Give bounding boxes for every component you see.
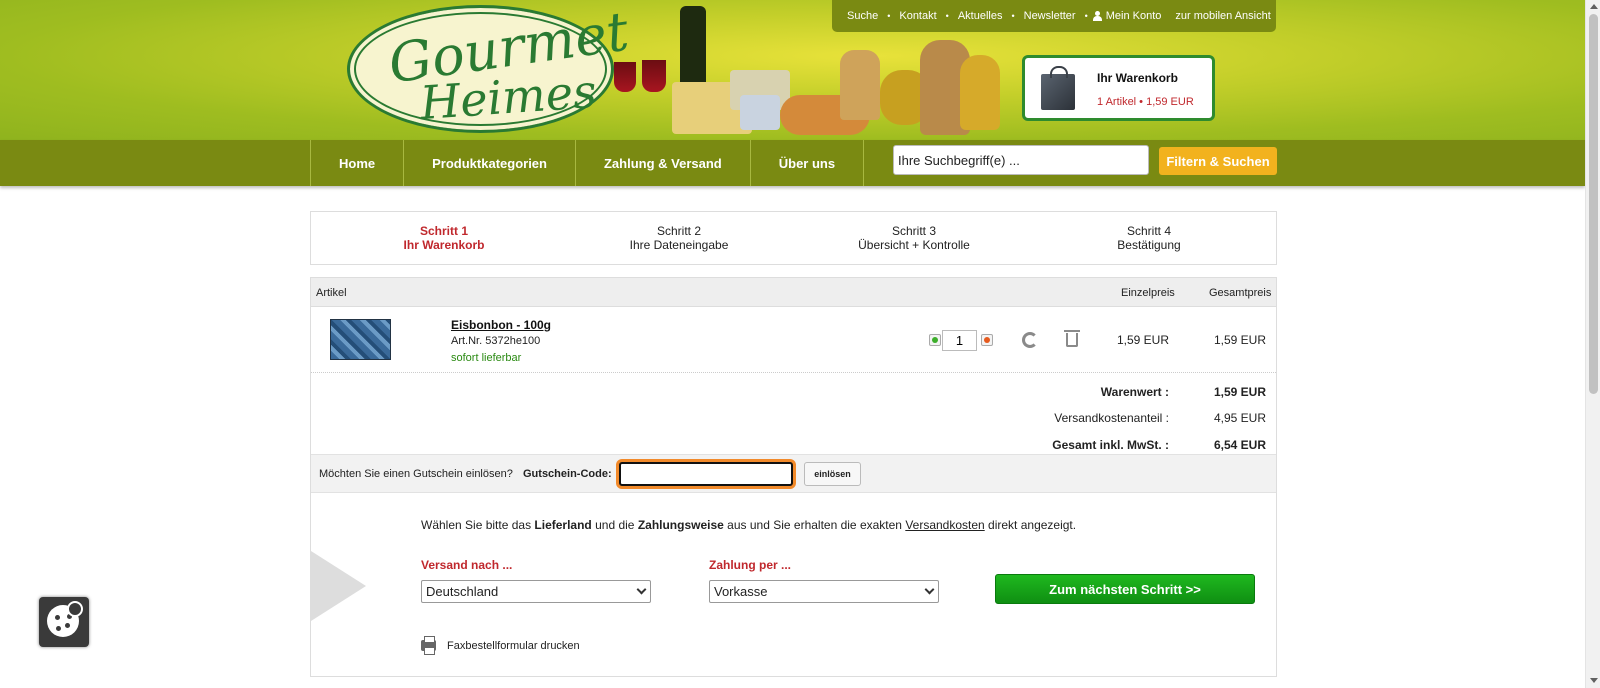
scrollbar-thumb[interactable] xyxy=(1589,14,1598,394)
voucher-section: Möchten Sie einen Gutschein einlösen? Gu… xyxy=(311,454,1276,493)
step-1-label: Ihr Warenkorb xyxy=(403,238,485,252)
blue-cheese-image xyxy=(740,95,780,130)
search-input[interactable] xyxy=(893,145,1149,175)
step-4-number: Schritt 4 xyxy=(1126,224,1171,238)
separator-dot: • xyxy=(1011,11,1015,21)
fax-order-form-link[interactable]: Faxbestellformular drucken xyxy=(447,640,580,652)
nav-item-ueber-uns[interactable]: Über uns xyxy=(751,140,865,186)
page-scrollbar[interactable] xyxy=(1585,0,1600,688)
site-header: Gourmet Heimes Suche • Kontakt • Aktuell… xyxy=(0,0,1585,140)
step-2-number: Schritt 2 xyxy=(656,224,701,238)
unit-price: 1,59 EUR xyxy=(1116,333,1169,347)
mini-cart[interactable]: Ihr Warenkorb 1 Artikel • 1,59 EUR xyxy=(1022,55,1215,121)
separator-dot: • xyxy=(887,11,891,21)
top-link-suche[interactable]: Suche xyxy=(847,10,878,22)
goods-value-label: Warenwert : xyxy=(1100,385,1169,399)
step-2: Schritt 2 Ihre Dateneingabe xyxy=(579,224,779,252)
total-value: 6,54 EUR xyxy=(1213,438,1266,452)
next-step-button[interactable]: Zum nächsten Schritt >> xyxy=(995,574,1255,604)
cookie-settings-button[interactable] xyxy=(39,597,89,647)
shipping-country-label: Versand nach ... xyxy=(421,558,513,572)
info-text-part: aus und Sie erhalten die exakten xyxy=(723,518,906,532)
info-text-lieferland: Lieferland xyxy=(534,518,592,532)
oil-bottle-image xyxy=(960,55,1000,130)
top-link-mobile-view[interactable]: zur mobilen Ansicht xyxy=(1175,10,1270,22)
site-logo[interactable]: Gourmet Heimes xyxy=(347,0,632,133)
step-3: Schritt 3 Übersicht + Kontrolle xyxy=(814,224,1014,252)
cart-table: Artikel Einzelpreis Gesamtpreis Eisbonbo… xyxy=(310,277,1277,677)
user-icon xyxy=(1092,10,1102,22)
voucher-label: Gutschein-Code: xyxy=(523,468,612,480)
oil-bottle-image xyxy=(840,50,880,120)
product-thumbnail[interactable] xyxy=(330,319,391,360)
top-link-aktuelles[interactable]: Aktuelles xyxy=(958,10,1003,22)
logo-text-line2: Heimes xyxy=(418,63,599,131)
header-article: Artikel xyxy=(316,287,347,299)
nav-item-zahlung-versand[interactable]: Zahlung & Versand xyxy=(576,140,751,186)
step-3-number: Schritt 3 xyxy=(891,224,936,238)
step-3-label: Übersicht + Kontrolle xyxy=(858,238,970,252)
scroll-down-arrow-icon[interactable] xyxy=(1590,678,1598,683)
wine-glass-image xyxy=(614,62,636,92)
chevron-down-icon xyxy=(924,584,935,595)
shipping-costs-link[interactable]: Versandkosten xyxy=(905,518,984,532)
mini-cart-title: Ihr Warenkorb xyxy=(1097,71,1178,85)
total-price: 1,59 EUR xyxy=(1213,333,1266,347)
search-button[interactable]: Filtern & Suchen xyxy=(1159,147,1277,175)
top-link-kontakt[interactable]: Kontakt xyxy=(899,10,936,22)
quantity-input[interactable] xyxy=(942,330,977,351)
goods-value: 1,59 EUR xyxy=(1213,385,1266,399)
step-2-label: Ihre Dateneingabe xyxy=(629,238,729,252)
top-link-mein-konto[interactable]: Mein Konto xyxy=(1106,10,1162,22)
voucher-redeem-button[interactable]: einlösen xyxy=(804,462,861,486)
trash-icon[interactable] xyxy=(1064,330,1080,347)
info-text-part: und die xyxy=(591,518,638,532)
voucher-question: Möchten Sie einen Gutschein einlösen? xyxy=(319,468,513,480)
nav-item-produktkategorien[interactable]: Produktkategorien xyxy=(404,140,576,186)
payment-method-label: Zahlung per ... xyxy=(709,558,792,572)
printer-icon[interactable] xyxy=(421,636,436,655)
shipping-country-select[interactable]: Deutschland xyxy=(421,580,651,603)
scroll-up-arrow-icon[interactable] xyxy=(1590,4,1598,9)
quantity-plus-button[interactable] xyxy=(929,334,941,346)
shipping-cost-label: Versandkostenanteil : xyxy=(1054,411,1169,425)
payment-method-select[interactable]: Vorkasse xyxy=(709,580,939,603)
top-links-bar: Suche • Kontakt • Aktuelles • Newsletter… xyxy=(832,0,1276,32)
total-label: Gesamt inkl. MwSt. : xyxy=(1052,438,1169,452)
arrow-decoration-icon xyxy=(311,551,366,621)
checkout-steps: Schritt 1 Ihr Warenkorb Schritt 2 Ihre D… xyxy=(310,211,1277,265)
payment-method-value: Vorkasse xyxy=(714,584,768,599)
product-name-link[interactable]: Eisbonbon - 100g xyxy=(451,318,551,332)
header-total-price: Gesamtpreis xyxy=(1209,287,1272,299)
cart-table-header: Artikel Einzelpreis Gesamtpreis xyxy=(311,278,1276,307)
step-4-label: Bestätigung xyxy=(1117,238,1181,252)
top-link-newsletter[interactable]: Newsletter xyxy=(1024,10,1076,22)
wine-glass-image xyxy=(642,60,666,92)
product-availability: sofort lieferbar xyxy=(451,352,522,364)
product-article-number: Art.Nr. 5372he100 xyxy=(451,335,541,347)
nav-item-home[interactable]: Home xyxy=(311,140,405,186)
info-text-zahlungsweise: Zahlungsweise xyxy=(637,518,724,532)
mini-cart-info: 1 Artikel • 1,59 EUR xyxy=(1097,96,1194,108)
shopping-bag-icon xyxy=(1041,66,1075,110)
checkout-info-text: Wählen Sie bitte das Lieferland und die … xyxy=(421,518,1076,532)
refresh-icon[interactable] xyxy=(1022,332,1038,348)
separator-dot: • xyxy=(1084,11,1088,21)
separator-dot: • xyxy=(945,11,949,21)
quantity-minus-button[interactable] xyxy=(981,334,993,346)
chevron-down-icon xyxy=(636,584,647,595)
main-navigation: Home Produktkategorien Zahlung & Versand… xyxy=(0,140,1585,186)
info-text-part: direkt angezeigt. xyxy=(984,518,1077,532)
shipping-cost-value: 4,95 EUR xyxy=(1213,411,1266,425)
step-4: Schritt 4 Bestätigung xyxy=(1049,224,1249,252)
info-text-part: Wählen Sie bitte das xyxy=(421,518,535,532)
step-1: Schritt 1 Ihr Warenkorb xyxy=(344,224,544,252)
header-unit-price: Einzelpreis xyxy=(1121,287,1175,299)
step-1-number: Schritt 1 xyxy=(419,224,468,238)
voucher-code-input[interactable] xyxy=(619,462,793,486)
gear-icon xyxy=(67,601,83,617)
shipping-country-value: Deutschland xyxy=(426,584,499,599)
cart-row: Eisbonbon - 100g Art.Nr. 5372he100 sofor… xyxy=(311,308,1276,373)
